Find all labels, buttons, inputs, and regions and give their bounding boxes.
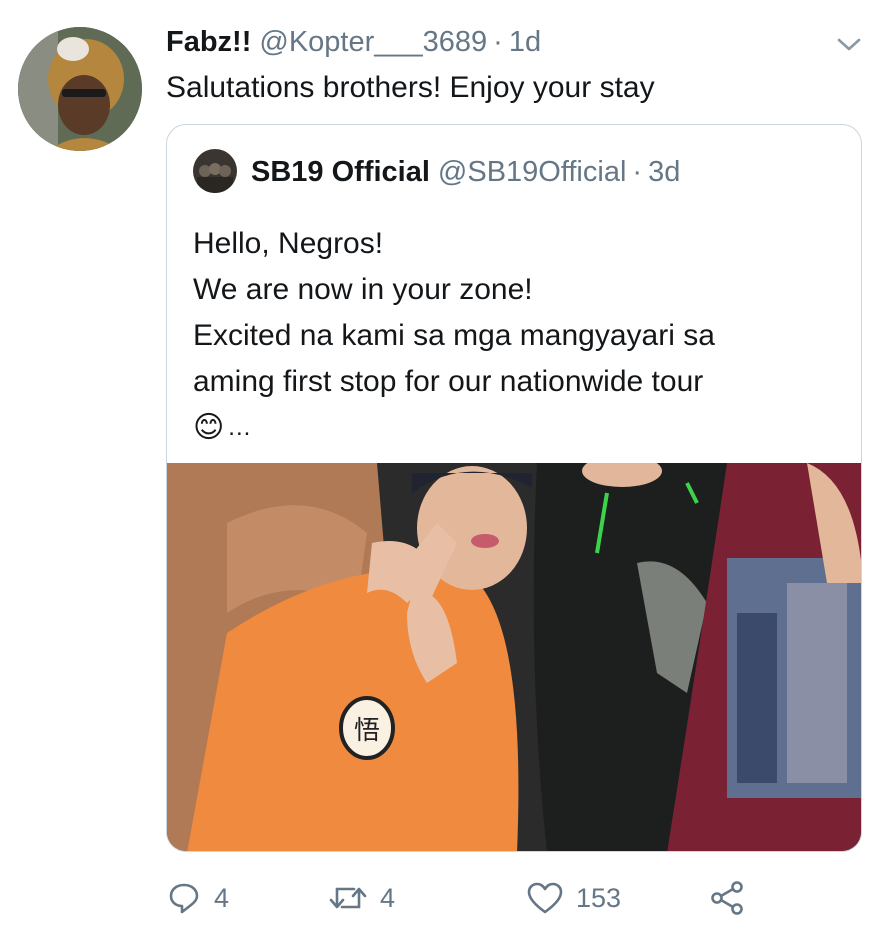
author-display-name[interactable]: Fabz!! (166, 26, 251, 59)
tweet-header: Fabz!! @Kopter___3689 · 1d (166, 20, 541, 64)
author-avatar-image (18, 27, 142, 151)
quoted-header-separator: · (632, 155, 643, 188)
quoted-tweet-text: Hello, Negros! We are now in your zone! … (193, 221, 843, 451)
ellipsis: ... (228, 414, 252, 441)
group-photo: 悟 (167, 463, 861, 851)
svg-text:悟: 悟 (354, 716, 380, 746)
quoted-text-truncation: 😊 ... (193, 405, 843, 451)
quoted-author-display-name: SB19 Official (251, 155, 430, 188)
author-handle[interactable]: @Kopter___3689 (259, 26, 487, 59)
like-count: 153 (576, 882, 622, 913)
tweet-text: Salutations brothers! Enjoy your stay (166, 71, 655, 104)
author-avatar[interactable] (18, 27, 142, 151)
quoted-author-avatar-image (193, 149, 237, 193)
tweet-menu-button[interactable] (834, 30, 864, 60)
retweet-button[interactable]: 4 (328, 872, 395, 924)
retweet-count: 4 (380, 882, 396, 913)
quoted-author-avatar[interactable] (193, 149, 237, 193)
retweet-icon (329, 887, 367, 909)
quoted-author-handle: @SB19Official (437, 155, 627, 188)
reply-icon (169, 883, 199, 914)
share-icon (711, 881, 743, 915)
quoted-text-line: aming first stop for our nationwide tour (193, 365, 704, 398)
tweet-actions: 4 4 153 (166, 872, 766, 924)
quoted-tweet-timestamp: 3d (648, 155, 681, 188)
share-button[interactable] (708, 872, 746, 924)
reply-count: 4 (214, 882, 230, 913)
quoted-text-line: Excited na kami sa mga mangyayari sa (193, 319, 715, 352)
tweet-timestamp[interactable]: 1d (509, 26, 541, 59)
quoted-tweet-photo[interactable]: 悟 (167, 463, 861, 851)
heart-icon (527, 882, 563, 914)
quoted-tweet-header: SB19 Official @SB19Official · 3d (251, 149, 680, 195)
header-separator: · (493, 25, 503, 58)
quoted-text-line: Hello, Negros! (193, 227, 384, 260)
quoted-tweet-card[interactable]: SB19 Official @SB19Official · 3d Hello, … (166, 124, 862, 852)
smiling-face-emoji: 😊 (193, 411, 225, 444)
chevron-down-icon (837, 38, 861, 51)
like-button[interactable]: 153 (526, 872, 621, 924)
quoted-text-line: We are now in your zone! (193, 273, 533, 306)
reply-button[interactable]: 4 (166, 872, 229, 924)
